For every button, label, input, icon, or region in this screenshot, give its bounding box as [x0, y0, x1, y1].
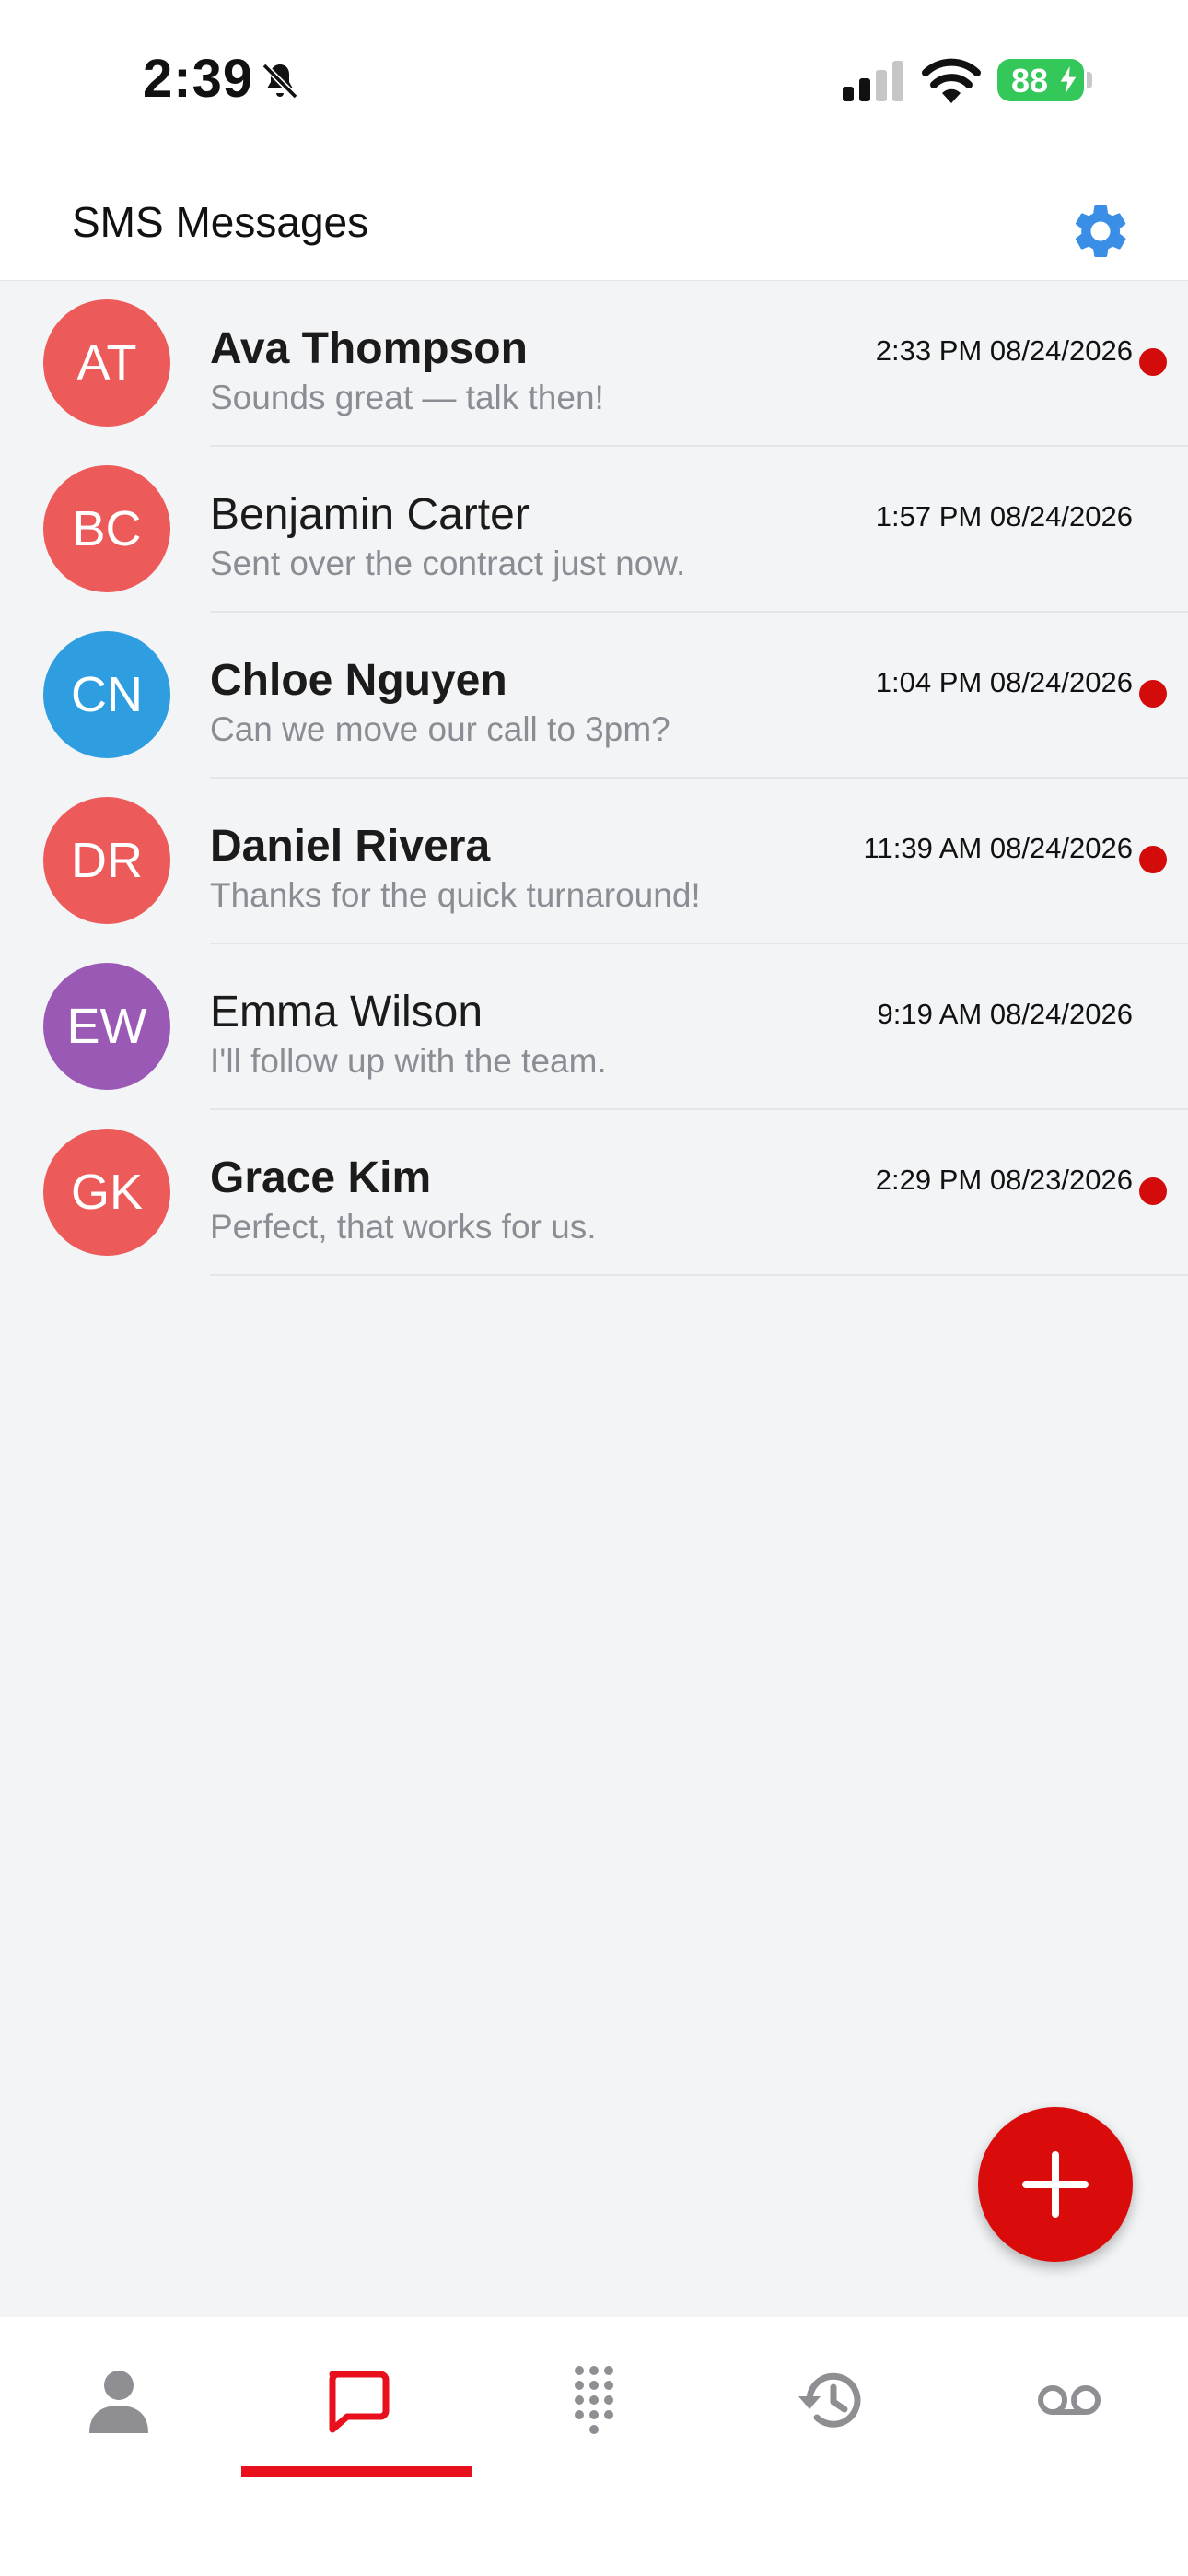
- conversation-row[interactable]: EW Emma Wilson I'll follow up with the tea…: [0, 944, 1188, 1110]
- settings-gear-icon[interactable]: [1068, 199, 1133, 263]
- contact-name: Daniel Rivera: [210, 822, 491, 871]
- wifi-icon: [922, 58, 981, 103]
- status-bar: 2:39 88: [0, 0, 1188, 166]
- unread-dot: [1139, 846, 1167, 873]
- plus-icon: [1022, 2151, 1089, 2218]
- contact-name: Grace Kim: [210, 1153, 432, 1202]
- row-divider: [210, 1274, 1188, 1276]
- avatar: BC: [43, 465, 170, 592]
- unread-dot: [1139, 680, 1167, 708]
- message-timestamp: 1:04 PM 08/24/2026: [875, 666, 1133, 698]
- unread-dot: [1139, 1177, 1167, 1205]
- conversation-row[interactable]: BC Benjamin Carter Sent over the contract …: [0, 447, 1188, 613]
- message-timestamp: 2:33 PM 08/24/2026: [875, 334, 1133, 367]
- contact-name: Ava Thompson: [210, 324, 528, 373]
- dialpad-icon: [575, 2366, 613, 2434]
- message-timestamp: 2:29 PM 08/23/2026: [875, 1164, 1133, 1196]
- message-preview: Thanks for the quick turnaround!: [210, 876, 701, 914]
- message-preview: Perfect, that works for us.: [210, 1208, 597, 1246]
- conversation-list: AT Ava Thompson Sounds great — talk then! 2…: [0, 281, 1188, 1276]
- battery-indicator: 88: [997, 59, 1084, 101]
- conversation-row[interactable]: DR Daniel Rivera Thanks for the quick turn…: [0, 779, 1188, 944]
- message-preview: Can we move our call to 3pm?: [210, 710, 670, 748]
- battery-nub: [1087, 72, 1092, 88]
- contact-name: Benjamin Carter: [210, 490, 530, 539]
- avatar: DR: [43, 797, 170, 924]
- tab-history[interactable]: [713, 2317, 950, 2501]
- person-icon: [89, 2371, 148, 2433]
- status-time: 2:39: [143, 49, 254, 109]
- tab-dialpad[interactable]: [475, 2317, 713, 2501]
- message-preview: Sounds great — talk then!: [210, 379, 604, 416]
- avatar: EW: [43, 963, 170, 1090]
- active-tab-indicator: [241, 2466, 472, 2477]
- charging-bolt-icon: [1060, 66, 1077, 94]
- page-title: SMS Messages: [72, 198, 369, 246]
- conversation-row[interactable]: AT Ava Thompson Sounds great — talk then! 2…: [0, 281, 1188, 447]
- signal-icon: [843, 61, 903, 101]
- tab-voicemail[interactable]: [950, 2317, 1188, 2501]
- tab-contacts[interactable]: [0, 2317, 238, 2501]
- battery-level: 88: [1010, 62, 1049, 100]
- history-icon: [798, 2372, 861, 2428]
- unread-dot: [1139, 348, 1167, 376]
- conversation-row[interactable]: CN Chloe Nguyen Can we move our call to 3p…: [0, 613, 1188, 779]
- voicemail-icon: [1038, 2385, 1101, 2415]
- message-timestamp: 1:57 PM 08/24/2026: [875, 500, 1133, 533]
- message-timestamp: 11:39 AM 08/24/2026: [863, 832, 1133, 864]
- avatar: CN: [43, 631, 170, 758]
- new-message-button[interactable]: [978, 2107, 1133, 2262]
- contact-name: Chloe Nguyen: [210, 656, 507, 705]
- bell-slash-icon: [262, 63, 298, 100]
- contact-name: Emma Wilson: [210, 988, 483, 1036]
- message-icon: [329, 2371, 390, 2433]
- app-header: SMS Messages: [0, 166, 1188, 281]
- message-timestamp: 9:19 AM 08/24/2026: [877, 998, 1133, 1030]
- conversation-row[interactable]: GK Grace Kim Perfect, that works for us. 2:…: [0, 1110, 1188, 1276]
- message-preview: I'll follow up with the team.: [210, 1042, 607, 1080]
- bottom-tab-bar: [0, 2317, 1188, 2576]
- message-preview: Sent over the contract just now.: [210, 544, 686, 582]
- avatar: AT: [43, 299, 170, 427]
- avatar: GK: [43, 1129, 170, 1256]
